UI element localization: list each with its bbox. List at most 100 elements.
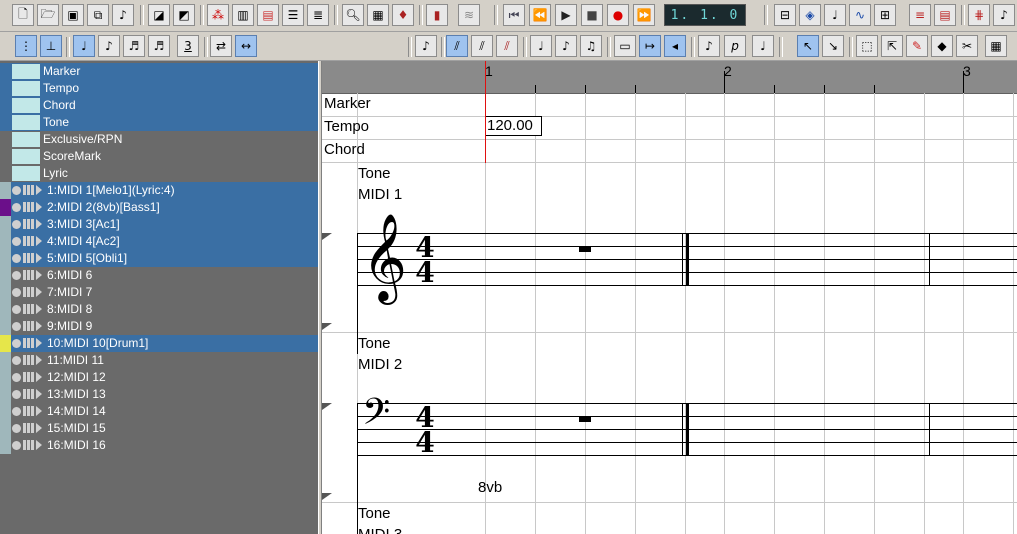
track-controls[interactable] bbox=[12, 338, 42, 349]
view-toggle-icon[interactable] bbox=[31, 202, 34, 212]
staff3-marker-icon[interactable] bbox=[322, 493, 332, 500]
mute-toggle-icon[interactable] bbox=[23, 270, 26, 280]
track-color-swatch[interactable] bbox=[0, 284, 11, 301]
solo-toggle-icon[interactable] bbox=[27, 423, 30, 433]
track-controls[interactable] bbox=[12, 304, 42, 315]
curve-icon[interactable]: ∿ bbox=[849, 4, 871, 26]
solo-toggle-icon[interactable] bbox=[27, 355, 30, 365]
midi-track-row[interactable]: 8:MIDI 8 bbox=[0, 301, 318, 318]
track-row-scoremark[interactable]: ScoreMark bbox=[0, 148, 318, 165]
solo-toggle-icon[interactable] bbox=[27, 270, 30, 280]
mute-toggle-icon[interactable] bbox=[23, 440, 26, 450]
midi-track-row[interactable]: 6:MIDI 6 bbox=[0, 267, 318, 284]
flip-stem-icon[interactable]: ♪ bbox=[555, 35, 577, 57]
play-toggle-icon[interactable] bbox=[36, 355, 42, 365]
solo-toggle-icon[interactable] bbox=[27, 202, 30, 212]
solo-toggle-icon[interactable] bbox=[27, 321, 30, 331]
record-toggle-icon[interactable] bbox=[12, 186, 21, 195]
staff2-top-marker-icon[interactable] bbox=[322, 323, 332, 330]
mute-toggle-icon[interactable] bbox=[23, 202, 26, 212]
track-controls[interactable] bbox=[12, 270, 42, 281]
beam3-icon[interactable]: ⫽ bbox=[496, 35, 518, 57]
play-toggle-icon[interactable] bbox=[36, 338, 42, 348]
piano-roll-icon[interactable]: ⋕ bbox=[968, 4, 990, 26]
midi-track-row[interactable]: 1:MIDI 1[Melo1](Lyric:4) bbox=[0, 182, 318, 199]
track-controls[interactable] bbox=[12, 389, 42, 400]
view-toggle-icon[interactable] bbox=[31, 406, 34, 416]
note-tool-icon[interactable]: ♪ bbox=[415, 35, 437, 57]
midi-track-row[interactable]: 11:MIDI 11 bbox=[0, 352, 318, 369]
track-color-swatch[interactable] bbox=[0, 199, 11, 216]
panel-icon[interactable]: ▤ bbox=[257, 4, 279, 26]
track-controls[interactable] bbox=[12, 287, 42, 298]
quarter-note-icon[interactable]: ♩ bbox=[73, 35, 95, 57]
track-color-swatch[interactable] bbox=[0, 352, 11, 369]
play-toggle-icon[interactable] bbox=[36, 440, 42, 450]
view-toggle-icon[interactable] bbox=[31, 287, 34, 297]
fast-forward-icon[interactable]: ⏩ bbox=[633, 4, 655, 26]
mute-toggle-icon[interactable] bbox=[23, 219, 26, 229]
record-icon[interactable]: ● bbox=[607, 4, 629, 26]
mixer-icon[interactable]: ▥ bbox=[232, 4, 254, 26]
track-color-swatch[interactable] bbox=[0, 403, 11, 420]
track-color-swatch[interactable] bbox=[0, 182, 11, 199]
record-toggle-icon[interactable] bbox=[12, 237, 21, 246]
track-controls[interactable] bbox=[12, 423, 42, 434]
play-toggle-icon[interactable] bbox=[36, 423, 42, 433]
track-controls[interactable] bbox=[12, 219, 42, 230]
score-view[interactable]: 1 2 3 Marker Tempo Chord 120.00 Tone MID… bbox=[322, 61, 1017, 534]
solo-toggle-icon[interactable] bbox=[27, 406, 30, 416]
view-icon[interactable]: ⊞ bbox=[874, 4, 896, 26]
play-toggle-icon[interactable] bbox=[36, 321, 42, 331]
triplet-icon[interactable]: 3 bbox=[177, 35, 199, 57]
midi-track-row[interactable]: 15:MIDI 15 bbox=[0, 420, 318, 437]
event-list-icon[interactable]: ☰ bbox=[282, 4, 304, 26]
expression-icon[interactable]: p bbox=[724, 35, 746, 57]
midi-track-row[interactable]: 5:MIDI 5[Obli1] bbox=[0, 250, 318, 267]
eighth-note-icon[interactable]: ♪ bbox=[98, 35, 120, 57]
recorder-icon[interactable]: ▮ bbox=[426, 4, 448, 26]
play-toggle-icon[interactable] bbox=[36, 389, 42, 399]
record-toggle-icon[interactable] bbox=[12, 407, 21, 416]
guitar-icon[interactable]: ♦ bbox=[392, 4, 414, 26]
record-toggle-icon[interactable] bbox=[12, 424, 21, 433]
view-toggle-icon[interactable] bbox=[31, 253, 34, 263]
solo-toggle-icon[interactable] bbox=[27, 253, 30, 263]
solo-toggle-icon[interactable] bbox=[27, 440, 30, 450]
track-row-marker[interactable]: Marker bbox=[0, 63, 318, 80]
track-row-exclusive[interactable]: Exclusive/RPN bbox=[0, 131, 318, 148]
sixteenth-note-icon[interactable]: ♬ bbox=[123, 35, 145, 57]
view-toggle-icon[interactable] bbox=[31, 185, 34, 195]
staff1[interactable]: 𝄞 4 4 bbox=[357, 212, 1017, 354]
play-toggle-icon[interactable] bbox=[36, 287, 42, 297]
measure-ruler[interactable]: 1 2 3 bbox=[322, 61, 1017, 94]
play-toggle-icon[interactable] bbox=[36, 372, 42, 382]
midi-track-row[interactable]: 7:MIDI 7 bbox=[0, 284, 318, 301]
midi-track-row[interactable]: 12:MIDI 12 bbox=[0, 369, 318, 386]
track-controls[interactable] bbox=[12, 355, 42, 366]
mute-toggle-icon[interactable] bbox=[23, 321, 26, 331]
record-toggle-icon[interactable] bbox=[12, 203, 21, 212]
mute-toggle-icon[interactable] bbox=[23, 253, 26, 263]
mute-toggle-icon[interactable] bbox=[23, 372, 26, 382]
staff2[interactable]: 𝄢 4 4 bbox=[357, 391, 1017, 534]
record-toggle-icon[interactable] bbox=[12, 373, 21, 382]
audio-track-icon[interactable]: ♪ bbox=[993, 4, 1015, 26]
solo-toggle-icon[interactable] bbox=[27, 185, 30, 195]
loop-icon[interactable]: ⇄ bbox=[210, 35, 232, 57]
solo-toggle-icon[interactable] bbox=[27, 219, 30, 229]
track-controls[interactable] bbox=[12, 372, 42, 383]
staff1-marker-icon[interactable] bbox=[322, 233, 332, 240]
audio-wizard-icon[interactable]: ♪ bbox=[112, 4, 134, 26]
track-color-swatch[interactable] bbox=[0, 335, 11, 352]
midi-track-row[interactable]: 14:MIDI 14 bbox=[0, 403, 318, 420]
save-icon[interactable]: ▣ bbox=[62, 4, 84, 26]
track-color-swatch[interactable] bbox=[0, 250, 11, 267]
track-color-swatch[interactable] bbox=[0, 233, 11, 250]
view-toggle-icon[interactable] bbox=[31, 219, 34, 229]
keyboard-tool-icon[interactable]: ▦ bbox=[985, 35, 1007, 57]
view-toggle-icon[interactable] bbox=[31, 321, 34, 331]
line-tool-icon[interactable]: ↘ bbox=[822, 35, 844, 57]
play-toggle-icon[interactable] bbox=[36, 406, 42, 416]
mute-marker-icon[interactable]: ◂ bbox=[664, 35, 686, 57]
